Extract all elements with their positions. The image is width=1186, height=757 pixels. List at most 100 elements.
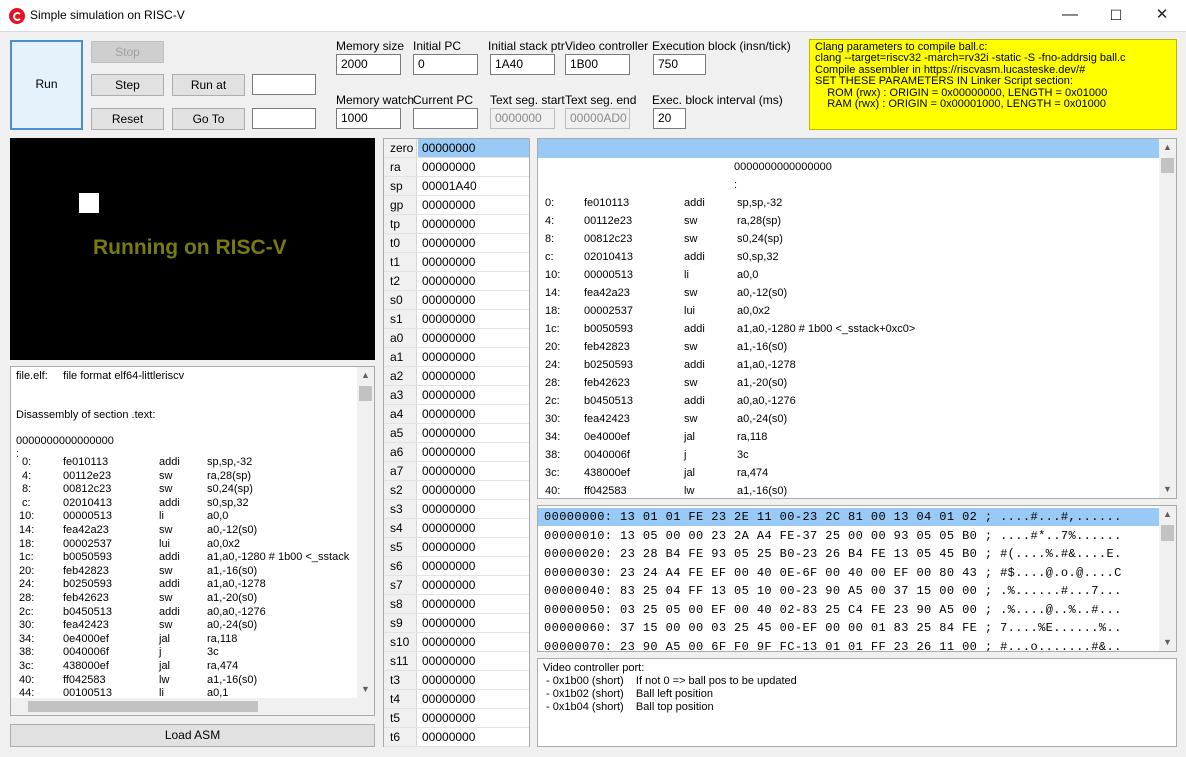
register-row-s6[interactable]: s6 00000000: [384, 557, 529, 576]
row-operands: sp,sp,-32: [207, 456, 253, 468]
disasm-row[interactable]: 10: 00000513 li a0,0: [538, 266, 1160, 284]
info-textbox[interactable]: Video controller port: - 0x1b00 (short) …: [537, 658, 1177, 747]
minimize-button[interactable]: —: [1047, 0, 1093, 31]
disasm-row[interactable]: 14: fea42a23 sw a0,-12(s0): [538, 284, 1160, 302]
register-row-s7[interactable]: s7 00000000: [384, 576, 529, 595]
initial-pc-input[interactable]: 0: [413, 54, 478, 75]
register-row-s2[interactable]: s2 00000000: [384, 481, 529, 500]
disasm-row[interactable]: 24: b0250593 addi a1,a0,-1278: [538, 356, 1160, 374]
register-row-t5[interactable]: t5 00000000: [384, 709, 529, 728]
video-controller-input[interactable]: 1B00: [565, 54, 630, 75]
register-row-a6[interactable]: a6 00000000: [384, 443, 529, 462]
scroll-down-icon[interactable]: ▼: [1159, 481, 1176, 498]
exec-block-interval-input[interactable]: 20: [653, 108, 686, 129]
disasm-row[interactable]: 20: feb42823 sw a1,-16(s0): [538, 338, 1160, 356]
scroll-thumb[interactable]: [1161, 525, 1174, 541]
disasm-row[interactable]: c: 02010413 addi s0,sp,32: [538, 248, 1160, 266]
register-row-a2[interactable]: a2 00000000: [384, 367, 529, 386]
disasm-row[interactable]: 40: ff042583 lw a1,-16(s0): [538, 482, 1160, 498]
register-row-s0[interactable]: s0 00000000: [384, 291, 529, 310]
disasm-view[interactable]: 0000000000000000 : 0: fe010113 addi sp,sp,-…: [537, 138, 1177, 499]
register-row-s10[interactable]: s10 00000000: [384, 633, 529, 652]
register-row-s5[interactable]: s5 00000000: [384, 538, 529, 557]
go-to-input[interactable]: [252, 108, 316, 129]
register-row-tp[interactable]: tp 00000000: [384, 215, 529, 234]
execution-block-input[interactable]: 750: [653, 54, 706, 75]
register-row-s3[interactable]: s3 00000000: [384, 500, 529, 519]
scroll-up-icon[interactable]: ▲: [357, 367, 374, 384]
disasm-row[interactable]: 1c: b0050593 addi a1,a0,-1280 # 1b00 <_ssta…: [538, 320, 1160, 338]
register-row-t2[interactable]: t2 00000000: [384, 272, 529, 291]
scroll-up-icon[interactable]: ▲: [1159, 139, 1176, 156]
register-list[interactable]: zero 00000000 ra 00000000 sp 00001A40 gp 000000…: [383, 138, 530, 747]
register-row-a7[interactable]: a7 00000000: [384, 462, 529, 481]
row-opcode: 438000ef: [63, 660, 109, 672]
register-row-s9[interactable]: s9 00000000: [384, 614, 529, 633]
memory-row[interactable]: 00000070: 23 90 A5 00 6F F0 9F FC-13 01 …: [538, 638, 1160, 652]
memory-watch-input[interactable]: 1000: [336, 108, 401, 129]
close-button[interactable]: ✕: [1139, 0, 1185, 31]
memory-row[interactable]: 00000030: 23 24 A4 FE EF 00 40 0E-6F 00 …: [538, 564, 1160, 582]
disasm-row[interactable]: 34: 0e4000ef jal ra,118: [538, 428, 1160, 446]
scroll-down-icon[interactable]: ▼: [1159, 634, 1176, 651]
register-row-s4[interactable]: s4 00000000: [384, 519, 529, 538]
register-row-s8[interactable]: s8 00000000: [384, 595, 529, 614]
disasm-row[interactable]: 28: feb42623 sw a1,-20(s0): [538, 374, 1160, 392]
scroll-thumb[interactable]: [1161, 158, 1174, 173]
source-textbox[interactable]: file.elf: file format elf64-littleriscv …: [10, 366, 375, 716]
memory-row[interactable]: 00000050: 03 25 05 00 EF 00 40 02-83 25 …: [538, 601, 1160, 619]
disasm-row[interactable]: 30: fea42423 sw a0,-24(s0): [538, 410, 1160, 428]
memory-row[interactable]: 00000040: 83 25 04 FF 13 05 10 00-23 90 …: [538, 582, 1160, 600]
run-at-input[interactable]: [252, 74, 316, 95]
stop-button[interactable]: Stop: [91, 41, 164, 63]
maximize-button[interactable]: ☐: [1093, 0, 1139, 31]
memory-view[interactable]: 00000000: 13 01 01 FE 23 2E 11 00-23 2C …: [537, 505, 1177, 652]
reset-button[interactable]: Reset: [91, 108, 164, 130]
disasm-row[interactable]: 18: 00002537 lui a0,0x2: [538, 302, 1160, 320]
memory-row[interactable]: 00000010: 13 05 00 00 23 2A A4 FE-37 25 …: [538, 527, 1160, 545]
register-row-a3[interactable]: a3 00000000: [384, 386, 529, 405]
disasm-row[interactable]: 8: 00812c23 sw s0,24(sp): [538, 230, 1160, 248]
current-pc-input[interactable]: [413, 108, 478, 129]
run-button[interactable]: Run: [10, 40, 83, 130]
disasm-row[interactable]: 3c: 438000ef jal ra,474: [538, 464, 1160, 482]
register-row-sp[interactable]: sp 00001A40: [384, 177, 529, 196]
disasm-row[interactable]: 2c: b0450513 addi a0,a0,-1276: [538, 392, 1160, 410]
initial-stack-ptr-input[interactable]: 1A40: [490, 54, 555, 75]
register-row-gp[interactable]: gp 00000000: [384, 196, 529, 215]
memory-scrollbar[interactable]: ▲ ▼: [1159, 506, 1176, 651]
register-row-t6[interactable]: t6 00000000: [384, 728, 529, 747]
hscroll-thumb[interactable]: [28, 701, 258, 712]
register-row-s11[interactable]: s11 00000000: [384, 652, 529, 671]
register-row-t4[interactable]: t4 00000000: [384, 690, 529, 709]
go-to-button[interactable]: Go To: [172, 108, 245, 130]
register-row-a5[interactable]: a5 00000000: [384, 424, 529, 443]
disasm-row[interactable]: 4: 00112e23 sw ra,28(sp): [538, 212, 1160, 230]
register-row-a0[interactable]: a0 00000000: [384, 329, 529, 348]
register-row-t3[interactable]: t3 00000000: [384, 671, 529, 690]
memory-row[interactable]: 00000060: 37 15 00 00 03 25 45 00-EF 00 …: [538, 619, 1160, 637]
register-row-s1[interactable]: s1 00000000: [384, 310, 529, 329]
register-row-zero[interactable]: zero 00000000: [384, 139, 529, 158]
source-scrollbar[interactable]: ▲ ▼: [357, 367, 374, 715]
scroll-down-icon[interactable]: ▼: [357, 681, 374, 698]
disasm-scrollbar[interactable]: ▲ ▼: [1159, 139, 1176, 498]
source-hscrollbar[interactable]: [11, 698, 357, 715]
scroll-thumb[interactable]: [359, 386, 372, 401]
register-row-a4[interactable]: a4 00000000: [384, 405, 529, 424]
disasm-row[interactable]: 38: 0040006f j 3c: [538, 446, 1160, 464]
disasm-selected-row[interactable]: [538, 139, 1160, 158]
memory-row[interactable]: 00000020: 23 28 B4 FE 93 05 25 B0-23 26 …: [538, 545, 1160, 563]
register-row-t1[interactable]: t1 00000000: [384, 253, 529, 272]
run-at-button[interactable]: Run at: [172, 74, 245, 96]
memory-row[interactable]: 00000000: 13 01 01 FE 23 2E 11 00-23 2C …: [538, 508, 1160, 526]
register-row-a1[interactable]: a1 00000000: [384, 348, 529, 367]
register-row-t0[interactable]: t0 00000000: [384, 234, 529, 253]
load-asm-button[interactable]: Load ASM: [10, 724, 375, 747]
scroll-up-icon[interactable]: ▲: [1159, 506, 1176, 523]
register-row-ra[interactable]: ra 00000000: [384, 158, 529, 177]
disasm-row[interactable]: 0: fe010113 addi sp,sp,-32: [538, 194, 1160, 212]
memory-size-input[interactable]: 2000: [336, 54, 401, 75]
step-button[interactable]: Step: [91, 74, 164, 96]
register-name: t0: [384, 234, 417, 252]
